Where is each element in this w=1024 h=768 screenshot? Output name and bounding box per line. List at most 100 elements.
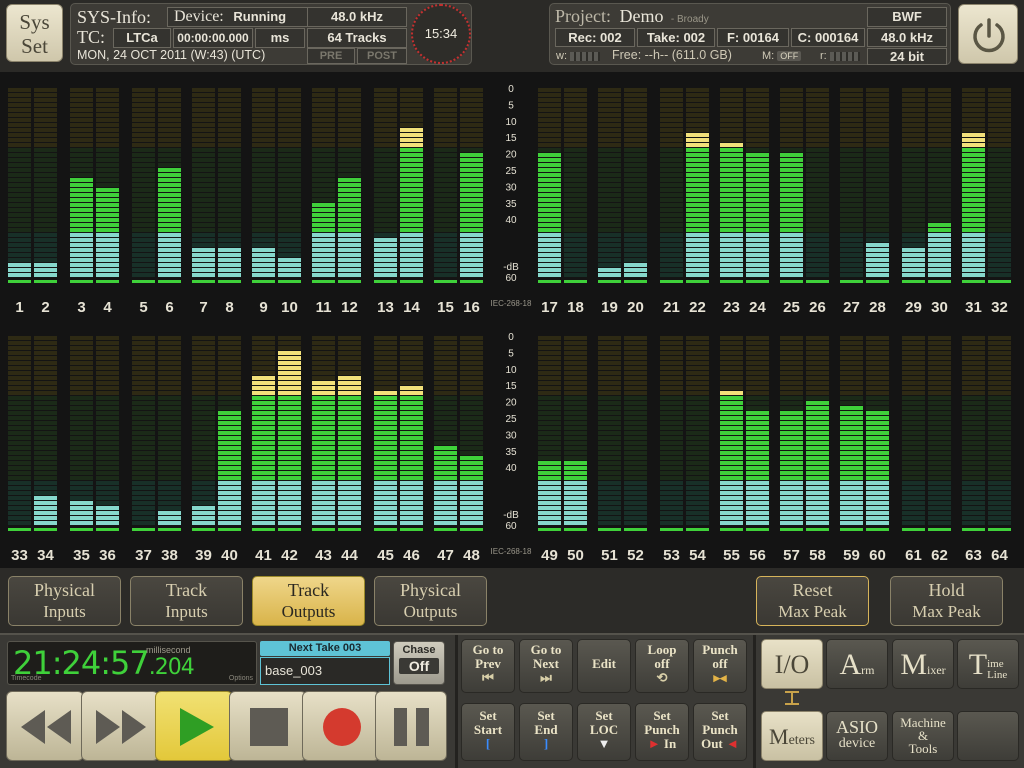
loop-l1: Loop [647, 642, 677, 657]
play-icon [180, 708, 214, 746]
arm-small: rm [861, 663, 875, 677]
row1-channel-label: 22 [689, 299, 706, 316]
rewind-icon [21, 710, 71, 744]
pause-button[interactable] [375, 691, 447, 761]
row2-scale-tick: 40 [505, 463, 517, 474]
row2-channel-label: 53 [663, 547, 680, 564]
rewind-button[interactable] [6, 691, 84, 761]
row2-scale-tick: 30 [505, 430, 517, 441]
row2-channel-label: 50 [567, 547, 584, 564]
row2-channel-label: 43 [315, 547, 332, 564]
timeline-small2: Line [987, 669, 1008, 682]
fast-forward-button[interactable] [81, 691, 159, 761]
punch-out-label: Out [701, 736, 723, 751]
row1-channel-label: 16 [463, 299, 480, 316]
row2-channel-label: 44 [341, 547, 358, 564]
mixer-button[interactable]: Mixer [892, 639, 954, 689]
timeline-button[interactable]: Time Line [957, 639, 1019, 689]
row1-channel-label: 4 [103, 299, 112, 316]
io-label: I/O [774, 650, 810, 679]
io-button[interactable]: I/O [761, 639, 823, 689]
panel-divider-2 [753, 635, 756, 768]
row1-channel-label: 6 [165, 299, 173, 316]
set-punch-in-l1: Set [653, 708, 671, 723]
go-to-next-button[interactable]: Go to Next ⏭ [519, 639, 573, 693]
link-icon [785, 691, 799, 705]
row2-channel-label: 42 [281, 547, 298, 564]
play-button[interactable] [155, 691, 233, 761]
row2-scale-tick: 5 [508, 348, 514, 359]
row1-channel-label: 2 [41, 299, 49, 316]
format-field[interactable]: BWF [867, 7, 947, 27]
sys-set-button[interactable]: Sys Set [6, 4, 63, 62]
count-field: C: 000164 [791, 28, 865, 47]
pre-button[interactable]: PRE [307, 48, 355, 64]
row1-scale-tick: 5 [508, 100, 514, 111]
physical-outputs-button[interactable]: Physical Outputs [374, 576, 487, 626]
tc-time: 00:00:00.000 [173, 28, 253, 48]
next-take-input[interactable]: base_003 [260, 657, 390, 685]
row1-channel-label: 31 [965, 299, 982, 316]
punch-in-l3: ► In [647, 736, 677, 751]
power-button[interactable] [958, 4, 1018, 64]
machine-tools-button[interactable]: Machine & Tools [892, 711, 954, 761]
row2-channel-label: 57 [783, 547, 800, 564]
clock-dial: 15:34 [411, 4, 471, 64]
timecode-display[interactable]: 21:24:57.204 millisecond Timecode Option… [7, 641, 257, 685]
row2-scale-tick: 20 [505, 398, 517, 409]
loop-l2: off [654, 656, 670, 671]
stop-button[interactable] [229, 691, 307, 761]
asio-device-button[interactable]: ASIO device [826, 711, 888, 761]
loop-button[interactable]: Loop off ⟲ [635, 639, 689, 693]
set-start-button[interactable]: Set Start [ [461, 703, 515, 761]
meters-small: eters [788, 733, 815, 748]
row2-channel-label: 36 [99, 547, 116, 564]
options-label[interactable]: Options [229, 675, 253, 682]
hold-max-peak-button[interactable]: Hold Max Peak [890, 576, 1003, 626]
tc-source[interactable]: LTCa [113, 28, 171, 48]
record-button[interactable] [302, 691, 380, 761]
chase-button[interactable]: Chase Off [393, 641, 445, 685]
project-owner: - Broady [670, 14, 709, 25]
tc-label: TC: [77, 27, 106, 47]
row1-channel-label: 11 [316, 299, 332, 316]
row2-channel-label: 41 [255, 547, 272, 564]
empty-mode-button[interactable] [957, 711, 1019, 761]
row1-channel-label: 23 [723, 299, 740, 316]
meters-button[interactable]: Meters [761, 711, 823, 761]
set-loc-l1: Set [595, 708, 613, 723]
row1-channel-label: 28 [869, 299, 886, 316]
row2-scale-tick: 0 [508, 332, 514, 343]
reset-max-peak-button[interactable]: Reset Max Peak [756, 576, 869, 626]
w-label: w: [556, 50, 567, 62]
m-value[interactable]: OFF [777, 51, 802, 61]
set-punch-in-button[interactable]: Set Punch ► In [635, 703, 689, 761]
physical-inputs-button[interactable]: Physical Inputs [8, 576, 121, 626]
row1-channel-label: 21 [663, 299, 680, 316]
free-space: Free: --h-- (611.0 GB) [612, 48, 732, 62]
tc-unit: ms [255, 28, 305, 48]
tc-small-label: Timecode [11, 675, 42, 682]
physical-outputs-l1: Physical [400, 580, 461, 600]
row1-channel-label: 29 [905, 299, 922, 316]
set-punch-in-l2: Punch [644, 722, 680, 737]
timecode-ms: .204 [148, 655, 195, 680]
set-loc-button[interactable]: Set LOC ▼ [577, 703, 631, 761]
arm-button[interactable]: Arm [826, 639, 888, 689]
bracket-open-icon: [ [485, 736, 491, 751]
sys-set-line2: Set [21, 34, 48, 58]
set-punch-out-button[interactable]: Set Punch Out ◄ [693, 703, 747, 761]
row2-scale-tick: 25 [505, 414, 517, 425]
post-button[interactable]: POST [357, 48, 407, 64]
row1-channel-label: 7 [199, 299, 207, 316]
track-outputs-button[interactable]: Track Outputs [252, 576, 365, 626]
track-inputs-button[interactable]: Track Inputs [130, 576, 243, 626]
punch-button[interactable]: Punch off ▸◂ [693, 639, 747, 693]
row2-channel-label: 37 [135, 547, 152, 564]
row2-scale-tick: -dB [503, 510, 519, 521]
project-label: Project: [555, 6, 611, 26]
edit-button[interactable]: Edit [577, 639, 631, 693]
go-to-prev-button[interactable]: Go to Prev ⏮ [461, 639, 515, 693]
set-end-button[interactable]: Set End ] [519, 703, 573, 761]
chase-label: Chase [402, 644, 436, 656]
